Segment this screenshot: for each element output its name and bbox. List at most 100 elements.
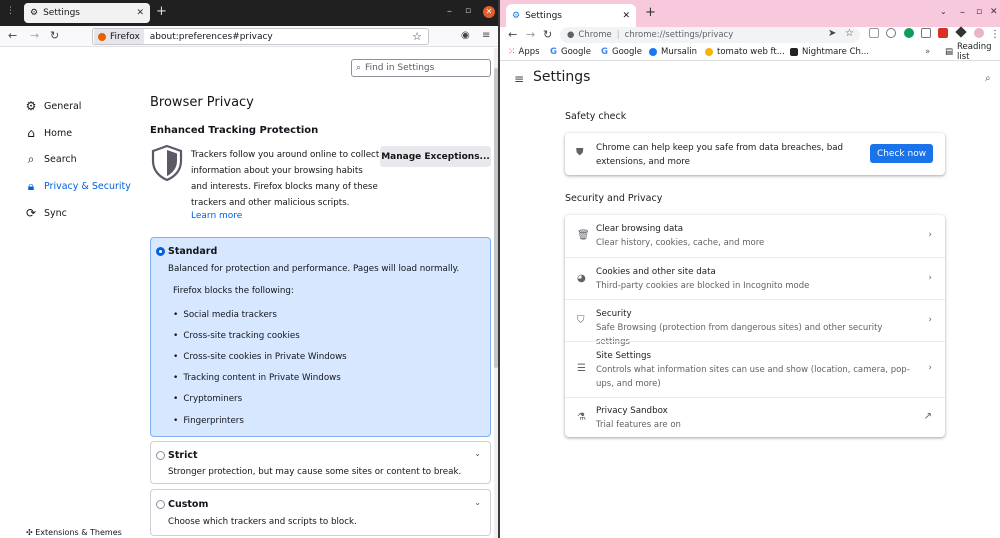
list-all-tabs-icon[interactable]: ⋮ [6, 6, 15, 16]
bookmark-item[interactable]: tomato web ft... [705, 47, 785, 57]
strict-radio[interactable] [156, 451, 165, 460]
menu-icon[interactable]: ≡ [482, 30, 490, 41]
pocket-icon[interactable]: ◉ [461, 30, 470, 41]
row-cookies[interactable]: ◕ Cookies and other site data Third-part… [565, 257, 945, 299]
row-privacy-sandbox[interactable]: ⚗ Privacy Sandbox Trial features are on … [565, 397, 945, 437]
gear-icon: ⚙ [25, 99, 37, 114]
sidebar-item-home[interactable]: ⌂ Home [24, 120, 131, 147]
close-tab-icon[interactable]: ✕ [136, 8, 144, 18]
chevron-down-icon[interactable]: ⌄ [474, 498, 481, 507]
row-label: Clear browsing data [596, 224, 684, 234]
omnibox[interactable]: ● Chrome | chrome://settings/privacy ➤ ☆ [560, 27, 860, 43]
back-button[interactable]: ← [8, 29, 17, 43]
search-icon: ⌕ [27, 152, 35, 167]
bookmark-item[interactable]: G Google [601, 47, 642, 57]
close-window-icon[interactable]: ✕ [990, 7, 998, 17]
chevron-down-icon[interactable]: ⌄ [474, 449, 481, 458]
row-sublabel: Trial features are on [596, 420, 681, 430]
apps-grid-icon: ⁙ [508, 47, 516, 57]
chrome-tab-settings[interactable]: ⚙ Settings ✕ [506, 4, 636, 27]
close-tab-icon[interactable]: ✕ [622, 11, 630, 21]
list-item: Cross-site tracking cookies [173, 325, 347, 346]
extension-icon[interactable] [921, 28, 931, 38]
arrow-right-icon: › [928, 315, 932, 325]
bookmark-item[interactable]: Mursalin [649, 47, 697, 57]
reload-button[interactable]: ↻ [543, 28, 552, 42]
minimize-icon[interactable]: – [447, 6, 452, 17]
cookie-icon: ◕ [577, 273, 586, 284]
forward-button[interactable]: → [30, 29, 39, 43]
site-info-icon[interactable]: ● [567, 30, 574, 40]
send-icon[interactable]: ➤ [828, 28, 836, 39]
bookmark-star-icon[interactable]: ☆ [412, 30, 422, 43]
grammarly-icon[interactable] [904, 28, 914, 38]
find-in-settings-input[interactable]: ⌕ Find in Settings [351, 59, 491, 77]
firefox-tab-bar: ⋮ ⚙ Settings ✕ + – ▫ ✕ [0, 0, 498, 26]
minimize-icon[interactable]: – [960, 7, 965, 18]
etp-strict-option[interactable]: Strict Stronger protection, but may caus… [150, 441, 491, 484]
row-sublabel: Third-party cookies are blocked in Incog… [596, 281, 810, 291]
sidebar-item-label: General [44, 100, 82, 112]
firefox-sidebar: ⚙ General ⌂ Home ⌕ Search 🔒︎ Privacy & S… [24, 93, 131, 226]
new-tab-button[interactable]: + [156, 5, 167, 19]
etp-custom-option[interactable]: Custom Choose which trackers and scripts… [150, 489, 491, 536]
etp-standard-option[interactable]: Standard Balanced for protection and per… [150, 237, 491, 437]
avatar[interactable] [974, 28, 984, 38]
bookmark-star-icon[interactable]: ☆ [845, 28, 854, 39]
reading-list-button[interactable]: ▤ Reading list [945, 42, 1000, 62]
row-clear-browsing-data[interactable]: 🗑︎ Clear browsing data Clear history, co… [565, 215, 945, 257]
shield-icon: ⛉ [577, 315, 585, 326]
firefox-tab-settings[interactable]: ⚙ Settings ✕ [24, 3, 150, 23]
bookmark-label: Nightmare Ch... [802, 47, 869, 57]
trash-icon: 🗑︎ [577, 230, 590, 241]
bookmark-item[interactable]: Nightmare Ch... [790, 47, 869, 57]
search-placeholder: Find in Settings [365, 63, 435, 73]
hamburger-menu-icon[interactable]: ≡ [514, 72, 524, 86]
identity-box[interactable]: Firefox [94, 29, 144, 44]
custom-description: Choose which trackers and scripts to blo… [168, 517, 357, 527]
new-tab-button[interactable]: + [645, 6, 656, 20]
learn-more-link[interactable]: Learn more [191, 211, 242, 221]
check-now-button[interactable]: Check now [870, 144, 933, 163]
sidebar-item-privacy-security[interactable]: 🔒︎ Privacy & Security [24, 173, 131, 200]
menu-icon[interactable]: ⋮ [990, 28, 1000, 42]
security-privacy-heading: Security and Privacy [565, 193, 663, 204]
sidebar-item-search[interactable]: ⌕ Search [24, 146, 131, 173]
sidebar-item-general[interactable]: ⚙ General [24, 93, 131, 120]
etp-heading: Enhanced Tracking Protection [150, 125, 319, 136]
list-item: Cross-site cookies in Private Windows [173, 346, 346, 367]
close-window-button[interactable]: ✕ [483, 6, 495, 18]
url-text: about:preferences#privacy [149, 31, 273, 42]
extension-icon[interactable] [886, 28, 896, 38]
more-bookmarks-icon[interactable]: » [925, 47, 930, 57]
reload-button[interactable]: ↻ [50, 29, 59, 43]
tab-search-icon[interactable]: ⌄ [940, 7, 947, 16]
bookmark-item[interactable]: G Google [550, 47, 591, 57]
sidebar-item-sync[interactable]: ⟳ Sync [24, 200, 131, 227]
manage-exceptions-button[interactable]: Manage Exceptions... [380, 146, 491, 167]
custom-radio[interactable] [156, 500, 165, 509]
page-title: Browser Privacy [150, 95, 254, 110]
arrow-right-icon: › [928, 230, 932, 240]
standard-radio[interactable] [156, 247, 165, 256]
maximize-icon[interactable]: ▫ [976, 7, 982, 17]
safety-check-card: ⛊ Chrome can help keep you safe from dat… [565, 133, 945, 175]
row-site-settings[interactable]: ☰ Site Settings Controls what informatio… [565, 341, 945, 397]
home-icon: ⌂ [27, 126, 35, 141]
bookmark-item[interactable]: ⁙ Apps [508, 47, 540, 57]
row-security[interactable]: ⛉ Security Safe Browsing (protection fro… [565, 299, 945, 347]
back-button[interactable]: ← [508, 28, 517, 42]
omnibox-separator: | [616, 30, 620, 40]
row-label: Cookies and other site data [596, 267, 716, 277]
settings-header: ≡ Settings ⌕ [500, 62, 1000, 95]
extension-icon[interactable] [869, 28, 879, 38]
url-bar[interactable]: Firefox about:preferences#privacy ☆ [92, 28, 429, 45]
forward-button[interactable]: → [526, 28, 535, 42]
maximize-icon[interactable]: ▫ [465, 6, 471, 16]
adblock-icon[interactable] [938, 28, 948, 38]
sidebar-item-extensions-themes[interactable]: ✣ Extensions & Themes [26, 528, 122, 537]
search-icon[interactable]: ⌕ [985, 73, 991, 84]
arrow-right-icon: › [928, 273, 932, 283]
puzzle-icon[interactable] [955, 26, 967, 38]
flask-icon: ⚗ [577, 412, 586, 423]
